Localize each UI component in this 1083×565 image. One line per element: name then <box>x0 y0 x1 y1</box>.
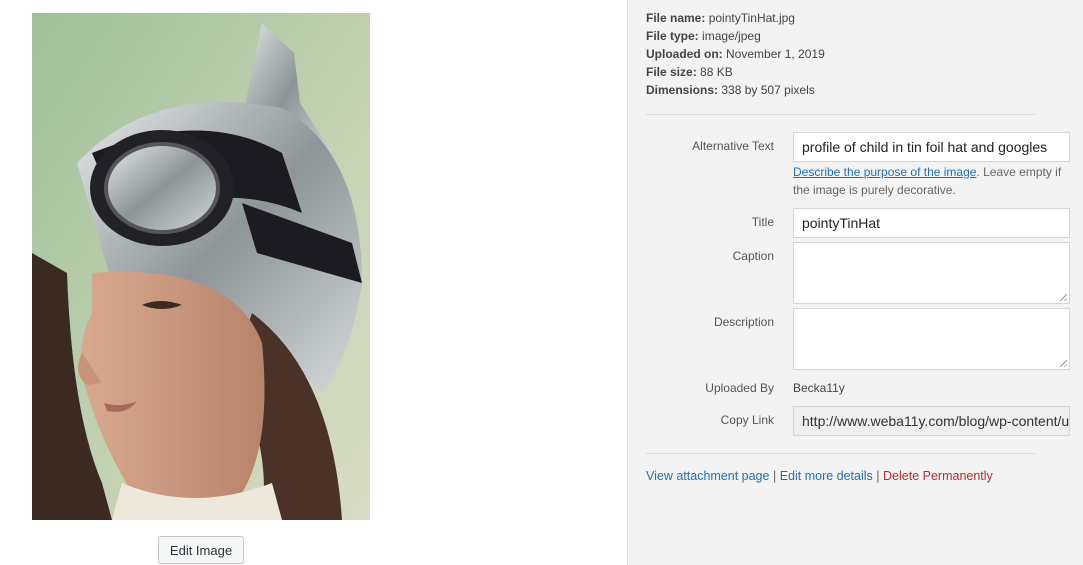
edit-more-details-link[interactable]: Edit more details <box>780 469 873 483</box>
caption-label: Caption <box>732 249 774 263</box>
dimensions-value: 338 by 507 pixels <box>721 83 815 97</box>
divider <box>646 453 1036 454</box>
resize-handle-icon[interactable] <box>1060 360 1067 367</box>
uploaded-on-label: Uploaded on: <box>646 47 723 61</box>
caption-textarea[interactable] <box>793 242 1070 304</box>
file-name-label: File name: <box>646 11 706 25</box>
description-label: Description <box>713 315 774 329</box>
divider <box>646 114 1036 115</box>
title-input[interactable]: pointyTinHat <box>793 208 1070 238</box>
file-name-row: File name: pointyTinHat.jpg <box>646 9 825 27</box>
attachment-details-panel: File name: pointyTinHat.jpg File type: i… <box>627 0 1083 565</box>
file-type-value: image/jpeg <box>702 29 761 43</box>
file-type-row: File type: image/jpeg <box>646 27 825 45</box>
copy-link-input[interactable]: http://www.weba11y.com/blog/wp-content/u… <box>793 406 1070 436</box>
file-size-value: 88 KB <box>700 65 733 79</box>
uploaded-on-value: November 1, 2019 <box>726 47 825 61</box>
resize-handle-icon[interactable] <box>1060 294 1067 301</box>
view-attachment-link[interactable]: View attachment page <box>646 469 769 483</box>
dimensions-row: Dimensions: 338 by 507 pixels <box>646 81 825 99</box>
alt-text-label: Alternative Text <box>692 139 774 153</box>
dimensions-label: Dimensions: <box>646 83 719 97</box>
uploaded-by-value: Becka11y <box>793 381 845 395</box>
file-size-row: File size: 88 KB <box>646 63 825 81</box>
edit-image-button[interactable]: Edit Image <box>158 536 244 564</box>
uploaded-on-row: Uploaded on: November 1, 2019 <box>646 45 825 63</box>
title-label: Title <box>751 215 774 229</box>
image-preview-pane: Edit Image <box>0 0 627 565</box>
description-textarea[interactable] <box>793 308 1070 370</box>
file-type-label: File type: <box>646 29 699 43</box>
alt-text-help: Describe the purpose of the image. Leave… <box>793 163 1078 199</box>
uploaded-by-label: Uploaded By <box>705 381 774 395</box>
file-name-value: pointyTinHat.jpg <box>708 11 795 25</box>
describe-purpose-link[interactable]: Describe the purpose of the image <box>793 165 976 179</box>
copy-link-label: Copy Link <box>720 413 774 427</box>
delete-permanently-link[interactable]: Delete Permanently <box>883 469 993 483</box>
file-metadata: File name: pointyTinHat.jpg File type: i… <box>646 9 825 99</box>
file-size-label: File size: <box>646 65 697 79</box>
attachment-actions: View attachment page | Edit more details… <box>646 469 993 483</box>
action-separator: | <box>772 469 777 483</box>
action-separator: | <box>876 469 880 483</box>
alt-text-input[interactable]: profile of child in tin foil hat and goo… <box>793 132 1070 162</box>
attachment-image <box>32 13 370 520</box>
